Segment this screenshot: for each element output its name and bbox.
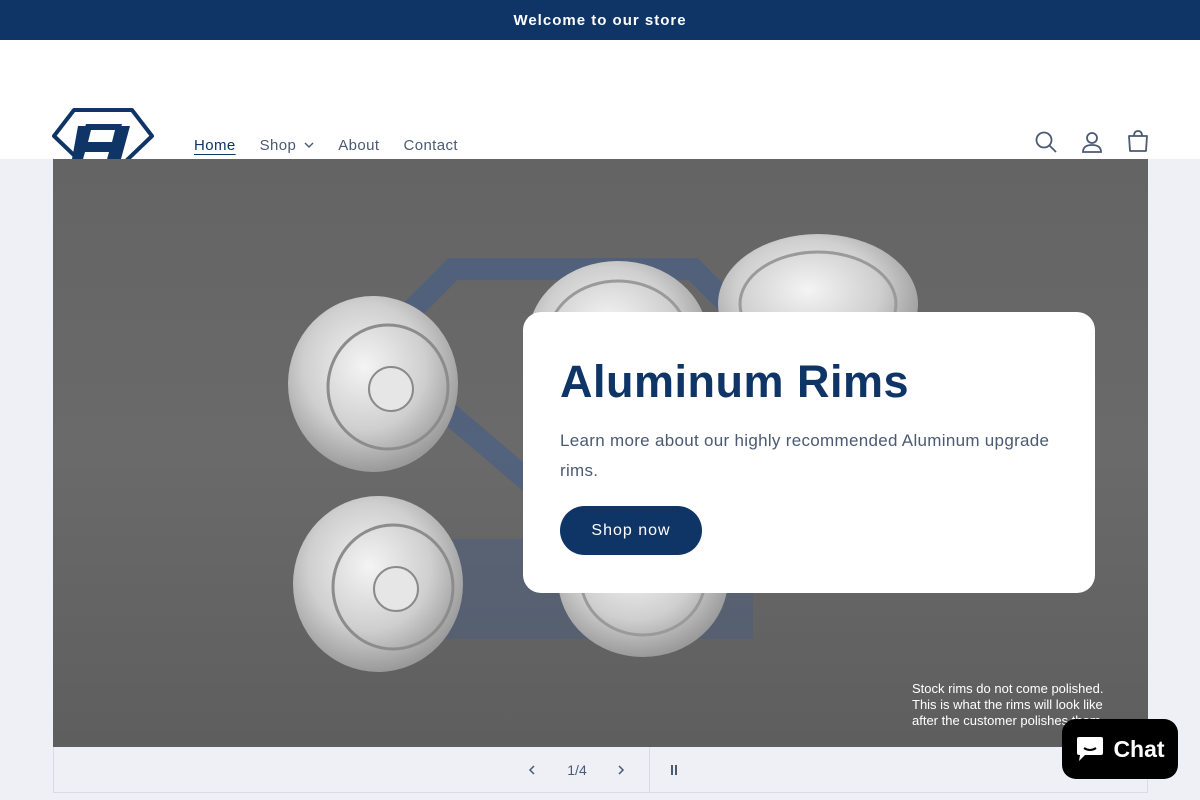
nav-shop-label: Shop — [259, 136, 297, 154]
account-icon[interactable] — [1080, 130, 1104, 154]
nav-about[interactable]: About — [326, 132, 391, 158]
nav-contact[interactable]: Contact — [391, 132, 470, 158]
announcement-text: Welcome to our store — [513, 11, 687, 29]
chevron-right-icon — [618, 764, 625, 775]
hero-text: Learn more about our highly recommended … — [560, 431, 1050, 480]
cart-icon[interactable] — [1126, 130, 1150, 154]
previous-slide-button[interactable] — [512, 747, 552, 792]
announcement-bar: Welcome to our store — [0, 0, 1200, 40]
wheel-graphic — [293, 496, 463, 672]
chat-bubble-icon — [1077, 737, 1104, 761]
caption-line: This is what the rims will look like — [912, 697, 1103, 712]
slide-counter: 1/4 — [567, 761, 587, 778]
divider — [649, 747, 650, 792]
nav-home-label: Home — [194, 136, 236, 154]
chat-button[interactable]: Chat — [1062, 719, 1178, 779]
pause-slideshow-button[interactable] — [654, 747, 694, 792]
nav-contact-label: Contact — [403, 136, 458, 154]
chevron-left-icon — [528, 764, 535, 775]
hero-heading: Aluminum Rims — [560, 356, 910, 407]
wheel-graphic — [288, 296, 458, 472]
nav-home[interactable]: Home — [182, 132, 248, 158]
pause-icon — [671, 764, 677, 775]
caption-line: Stock rims do not come polished. — [912, 681, 1104, 696]
shop-now-button[interactable]: Shop now — [560, 506, 702, 555]
site-header: Home Shop About Contact — [0, 40, 1200, 184]
header-icons — [1034, 130, 1150, 154]
search-icon[interactable] — [1034, 130, 1058, 154]
nav-shop[interactable]: Shop — [248, 132, 327, 158]
nav-about-label: About — [338, 136, 380, 154]
next-slide-button[interactable] — [601, 747, 641, 792]
hero-content-card: Aluminum Rims Learn more about our highl… — [523, 312, 1095, 593]
chevron-down-icon — [304, 142, 314, 148]
slideshow-controls: 1/4 — [53, 747, 1148, 793]
main-nav: Home Shop About Contact — [182, 132, 470, 158]
chat-label: Chat — [1113, 735, 1165, 762]
